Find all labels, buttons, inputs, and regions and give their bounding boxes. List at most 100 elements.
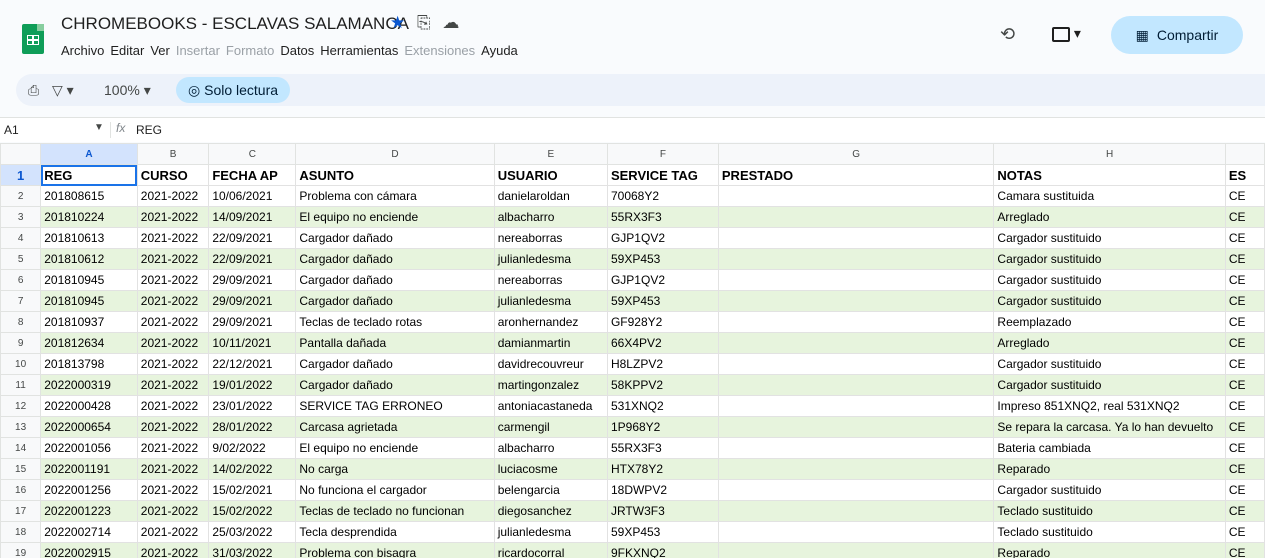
menu-item-8[interactable]: Ayuda [481,43,518,58]
cell[interactable]: martingonzalez [493,374,608,396]
cell[interactable]: Teclas de teclado rotas [295,311,495,333]
cell[interactable]: 2021-2022 [136,332,210,354]
cell[interactable]: GF928Y2 [606,311,719,333]
cell[interactable]: Cargador dañado [295,227,495,249]
cell[interactable]: 23/01/2022 [208,395,297,417]
cell[interactable]: carmengil [493,416,608,438]
cell[interactable]: Teclado sustituido [993,521,1226,543]
row-number[interactable]: 4 [0,227,42,249]
move-to-drive-icon[interactable]: ⎘ [417,13,431,32]
cell[interactable]: 25/03/2022 [208,521,297,543]
column-title-cell[interactable]: SERVICE TAG [606,164,719,186]
cell[interactable]: luciacosme [493,458,608,480]
cell[interactable] [717,353,995,375]
row-number[interactable]: 1 [0,164,42,186]
cell[interactable]: 201810937 [40,311,138,333]
cell[interactable]: Cargador dañado [295,248,495,270]
column-title-cell[interactable]: USUARIO [493,164,608,186]
cell[interactable]: Camara sustituida [993,185,1226,207]
row-number[interactable]: 18 [0,521,42,543]
cell[interactable]: 2021-2022 [136,248,210,270]
cell[interactable]: 55RX3F3 [606,206,719,228]
cell[interactable]: 2021-2022 [136,458,210,480]
zoom-select[interactable]: 100% ▾ [104,74,151,106]
cell[interactable]: 10/06/2021 [208,185,297,207]
cell[interactable] [717,437,995,459]
cell[interactable]: 31/03/2022 [208,542,297,558]
row-number[interactable]: 7 [0,290,42,312]
cell[interactable]: 2022002714 [40,521,138,543]
cell[interactable]: 9FKXNQ2 [606,542,719,558]
cell[interactable]: albacharro [493,206,608,228]
menu-item-1[interactable]: Editar [110,43,144,58]
cell[interactable]: nereaborras [493,269,608,291]
menu-item-7[interactable]: Extensiones [404,43,475,58]
cell[interactable]: 2021-2022 [136,437,210,459]
cell[interactable]: Cargador sustituido [993,227,1226,249]
cell[interactable]: 59XP453 [606,521,719,543]
cell[interactable]: 22/12/2021 [208,353,297,375]
read-only-badge[interactable]: ◎ Solo lectura [176,77,291,103]
cell[interactable]: aronhernandez [493,311,608,333]
cell[interactable]: Problema con bisagra [295,542,495,558]
cell[interactable]: julianledesma [493,248,608,270]
star-icon[interactable]: ★ [390,13,405,32]
cell[interactable] [717,206,995,228]
cell[interactable] [717,458,995,480]
sheets-logo-icon[interactable] [22,24,44,54]
cell[interactable]: CE [1224,185,1265,207]
cell[interactable]: 2022002915 [40,542,138,558]
cell[interactable]: Cargador sustituido [993,353,1226,375]
cell[interactable]: 2022001056 [40,437,138,459]
cell[interactable]: 2022001223 [40,500,138,522]
cell[interactable]: CE [1224,248,1265,270]
cell[interactable]: 66X4PV2 [606,332,719,354]
cell[interactable]: 15/02/2022 [208,500,297,522]
cell[interactable]: 10/11/2021 [208,332,297,354]
cell[interactable]: El equipo no enciende [295,206,495,228]
cell[interactable]: albacharro [493,437,608,459]
cell[interactable] [717,248,995,270]
cell[interactable]: 201813798 [40,353,138,375]
cell[interactable]: Cargador sustituido [993,374,1226,396]
cell[interactable] [717,542,995,558]
cell[interactable]: 29/09/2021 [208,290,297,312]
column-header[interactable]: D [295,143,495,165]
cell[interactable] [717,227,995,249]
row-number[interactable]: 11 [0,374,42,396]
cell[interactable]: Cargador sustituido [993,479,1226,501]
menu-item-3[interactable]: Insertar [176,43,220,58]
cell[interactable]: 201808615 [40,185,138,207]
version-history-icon[interactable]: ⟲ [1000,24,1015,45]
cell[interactable]: 2021-2022 [136,500,210,522]
row-number[interactable]: 12 [0,395,42,417]
row-number[interactable]: 17 [0,500,42,522]
cell[interactable]: antoniacastaneda [493,395,608,417]
cell[interactable]: No funciona el cargador [295,479,495,501]
cell[interactable]: 2021-2022 [136,353,210,375]
cell[interactable]: SERVICE TAG ERRONEO [295,395,495,417]
select-all-corner[interactable] [0,143,42,165]
cell[interactable]: 2021-2022 [136,521,210,543]
cell[interactable]: Carcasa agrietada [295,416,495,438]
cell[interactable] [717,332,995,354]
cell[interactable]: 201810612 [40,248,138,270]
print-icon[interactable]: ⎙ [28,74,39,106]
cell[interactable]: 22/09/2021 [208,227,297,249]
cell[interactable]: No carga [295,458,495,480]
cell[interactable]: 2022001191 [40,458,138,480]
cell[interactable]: Reemplazado [993,311,1226,333]
cell[interactable]: 2022000428 [40,395,138,417]
row-number[interactable]: 3 [0,206,42,228]
column-header[interactable]: F [606,143,719,165]
column-header[interactable]: C [208,143,297,165]
cell[interactable]: 59XP453 [606,248,719,270]
cell[interactable]: ricardocorral [493,542,608,558]
cell[interactable]: Cargador dañado [295,353,495,375]
cell[interactable]: 201810945 [40,290,138,312]
cell[interactable]: 2021-2022 [136,206,210,228]
cell[interactable]: 70068Y2 [606,185,719,207]
cell[interactable]: 531XNQ2 [606,395,719,417]
cell[interactable]: nereaborras [493,227,608,249]
cell[interactable] [717,521,995,543]
